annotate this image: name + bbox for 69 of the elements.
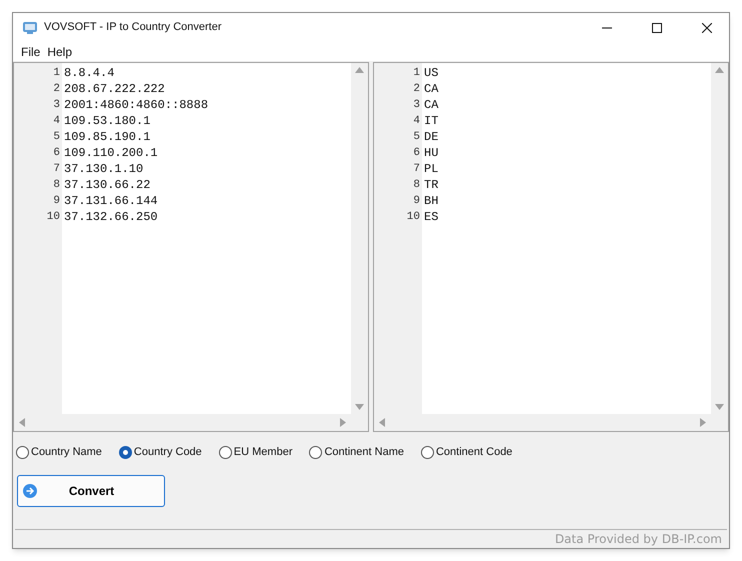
radio-label[interactable]: Country Name: [31, 444, 102, 461]
radio-button[interactable]: [118, 446, 132, 459]
status-text: Data Provided by DB-IP.com: [554, 531, 722, 548]
scroll-right-icon[interactable]: [700, 418, 706, 428]
convert-button[interactable]: Convert: [17, 474, 165, 507]
line-number: 5: [53, 130, 60, 146]
ip-address-line: 37.131.66.144: [64, 193, 158, 210]
scroll-down-icon[interactable]: [715, 404, 724, 410]
ip-address-line: 109.85.190.1: [64, 129, 150, 146]
country-code-line: HU: [424, 145, 438, 162]
radio-button[interactable]: [420, 446, 434, 459]
country-code-line: BH: [424, 193, 438, 210]
scroll-left-icon[interactable]: [379, 418, 385, 428]
line-number: 9: [53, 194, 60, 210]
radio-label[interactable]: Continent Name: [324, 444, 404, 461]
ip-address-line: 37.130.66.22: [64, 177, 150, 194]
arrow-right-icon: [23, 484, 37, 498]
editor-panel[interactable]: 1 2 3 4 5 6 7 8 9 10 US CA CA IT DE HU PL TR BH ES: [373, 62, 729, 432]
line-number: 9: [413, 194, 420, 210]
country-code-line: CA: [424, 97, 438, 114]
line-number: 2: [413, 82, 420, 98]
editor-panel[interactable]: 1 2 3 4 5 6 7 8 9 10 8.8.4.4 208.67.222.222 2001:4860:4860::8888 109.53.180.1 109.85.190.1 109.110.200.1 37.130.1.10 37.130.66.22 37.131.66.144 37.132.66.250: [13, 62, 369, 432]
line-number: 7: [413, 162, 420, 178]
country-code-line: ES: [424, 209, 438, 226]
radio-button[interactable]: [16, 446, 29, 459]
radio-button[interactable]: [309, 446, 322, 459]
radio-label[interactable]: Country Code: [134, 444, 202, 461]
close-icon[interactable]: [702, 22, 712, 33]
scroll-down-icon[interactable]: [355, 404, 364, 410]
line-number: 6: [53, 146, 60, 162]
ip-address-line: 109.110.200.1: [64, 145, 158, 162]
line-number: 4: [53, 114, 60, 130]
line-number: 10: [406, 210, 420, 226]
line-number: 1: [413, 66, 420, 82]
window-title: VOVSOFT - IP to Country Converter: [44, 20, 222, 36]
ip-address-line: 208.67.222.222: [64, 81, 165, 98]
app-icon: [22, 20, 38, 36]
scroll-right-icon[interactable]: [340, 418, 346, 428]
line-number: 4: [413, 114, 420, 130]
radio-label[interactable]: EU Member: [234, 444, 292, 461]
menu-item[interactable]: File: [19, 42, 42, 61]
scroll-left-icon[interactable]: [19, 418, 25, 428]
ip-address-line: 109.53.180.1: [64, 113, 150, 130]
country-code-line: IT: [424, 113, 438, 130]
country-code-line: DE: [424, 129, 438, 146]
country-code-line: CA: [424, 81, 438, 98]
maximize-icon[interactable]: [652, 22, 662, 33]
ip-address-line: 8.8.4.4: [64, 65, 114, 82]
country-code-line: PL: [424, 161, 438, 178]
line-number: 8: [413, 178, 420, 194]
line-number: 8: [53, 178, 60, 194]
scroll-up-icon[interactable]: [355, 67, 364, 74]
menu-item[interactable]: Help: [45, 42, 74, 61]
line-number: 10: [46, 210, 60, 226]
line-number: 6: [413, 146, 420, 162]
line-number: 7: [53, 162, 60, 178]
line-number: 5: [413, 130, 420, 146]
radio-button[interactable]: [218, 446, 232, 459]
country-code-line: US: [424, 65, 438, 82]
radio-label[interactable]: Continent Code: [436, 444, 512, 461]
line-number: 3: [53, 98, 60, 114]
line-number: 3: [413, 98, 420, 114]
ip-address-line: 37.132.66.250: [64, 209, 158, 226]
ip-address-line: 37.130.1.10: [64, 161, 144, 178]
scroll-up-icon[interactable]: [715, 67, 724, 74]
ip-address-line: 2001:4860:4860::8888: [64, 97, 208, 114]
line-number: 2: [53, 82, 60, 98]
line-number: 1: [53, 66, 60, 82]
country-code-line: TR: [424, 177, 438, 194]
